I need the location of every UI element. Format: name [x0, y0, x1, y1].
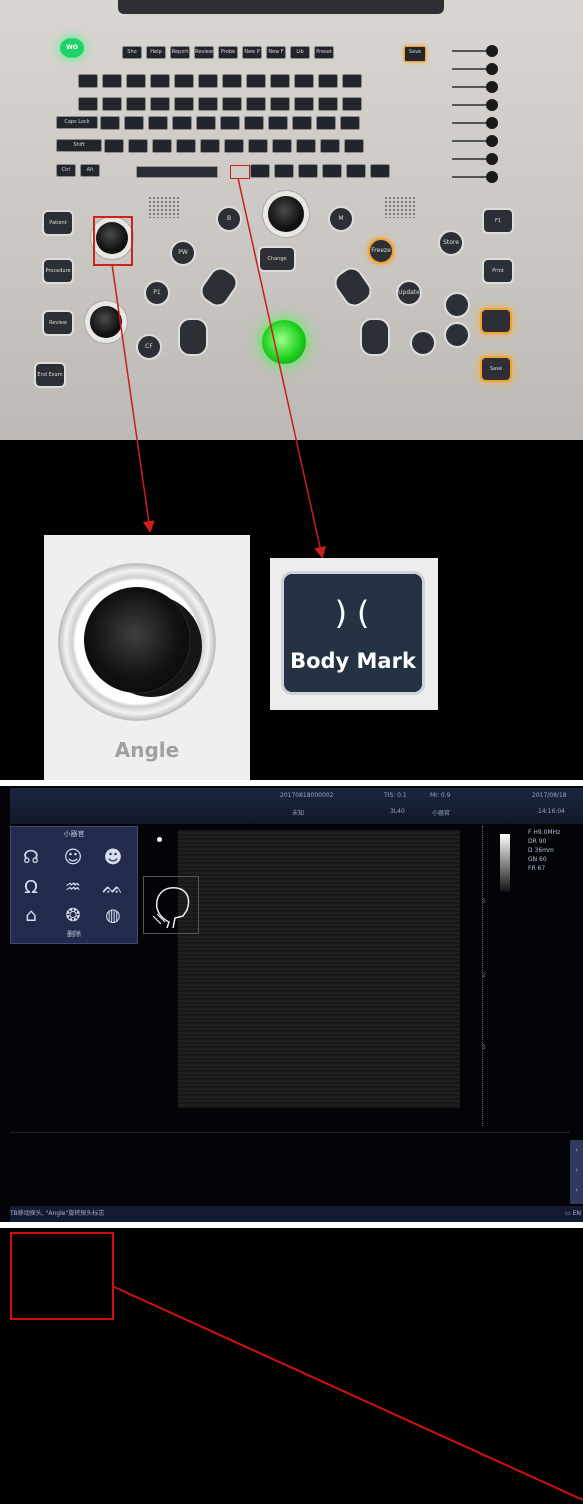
param-frequency: F H9.0MHz: [528, 829, 561, 836]
head-body-mark-icon[interactable]: [143, 876, 199, 934]
tis-value: TIS: 0.1: [384, 792, 407, 799]
body-mark-icon: )(: [331, 594, 375, 632]
black-screen-panel: [0, 1228, 583, 1504]
angle-knob-closeup: Angle: [44, 535, 250, 780]
thyroid-icon[interactable]: ♒: [59, 877, 87, 899]
param-dynamic-range: DR 90: [528, 838, 547, 845]
status-hint: TB移动探头, "Angle"旋转探头标志: [10, 1210, 105, 1217]
status-bar: TB移动探头, "Angle"旋转探头标志 ▭ EN: [10, 1206, 583, 1222]
breast-right-icon[interactable]: ◍: [99, 905, 127, 927]
exam-time: 14:16:04: [538, 808, 565, 815]
body-mark-label: Body Mark: [290, 649, 416, 673]
zoom-line: [111, 1285, 583, 1501]
head-profile-icon[interactable]: ☻: [99, 847, 127, 869]
knob-cap: [84, 587, 190, 693]
ultrasound-screen: 20170818000002 未知 TIS: 0.1 MI: 0.9 3L40 …: [0, 786, 583, 1222]
param-gain: GN 60: [528, 856, 547, 863]
head-side-icon[interactable]: ☺: [59, 847, 87, 869]
breast-icon[interactable]: ᨐ: [99, 877, 127, 899]
grayscale-bar: [500, 834, 510, 892]
param-frame-rate: FR 67: [528, 865, 546, 872]
angle-label: Angle: [114, 738, 180, 762]
probe-name: 3L40: [390, 808, 405, 815]
param-depth: D 36mm: [528, 847, 554, 854]
delete-body-mark[interactable]: 删除: [11, 929, 137, 939]
body-mark-key-closeup: )( Body Mark: [270, 558, 438, 710]
probe-orientation-dot: [157, 837, 162, 842]
imaging-parameters: F H9.0MHz DR 90 D 36mm GN 60 FR 67: [528, 828, 560, 873]
breast-left-icon[interactable]: ❂: [59, 905, 87, 927]
patient-id: 20170818000002: [280, 792, 334, 799]
neck-front-icon[interactable]: Ω: [17, 877, 45, 899]
angle-arrow: [111, 263, 155, 533]
depth-tick-1: 1: [482, 898, 486, 905]
keyboard-photo-panel: WO Sho Help Report Review Probe New P Ne…: [0, 0, 583, 780]
body-mark-panel-title: 小器官: [63, 830, 85, 838]
body-mark-arrow: [237, 177, 326, 559]
face-front-icon[interactable]: ☊: [17, 847, 45, 869]
side-scroll-tabs[interactable]: ‹ ‹ ‹: [570, 1140, 583, 1204]
chest-icon[interactable]: ⌂: [17, 905, 45, 927]
patient-name: 未知: [292, 810, 305, 817]
header-bar: 20170818000002 未知 TIS: 0.1 MI: 0.9 3L40 …: [10, 788, 583, 824]
body-mark-panel: 小器官 ☊ ☺ ☻ Ω ♒ ᨐ ⌂ ❂ ◍ 删除: [10, 826, 138, 944]
ultrasound-image: [178, 830, 460, 1108]
body-mark-key: )( Body Mark: [284, 574, 422, 692]
thumbnail-strip: [10, 1132, 570, 1205]
depth-tick-2: 2: [482, 972, 486, 979]
preset-name: 小器官: [432, 810, 451, 817]
exam-date: 2017/08/18: [532, 792, 567, 799]
depth-tick-3: 3: [482, 1044, 486, 1051]
mi-value: MI: 0.9: [430, 792, 451, 799]
input-language-indicator: ▭ EN: [565, 1210, 581, 1217]
